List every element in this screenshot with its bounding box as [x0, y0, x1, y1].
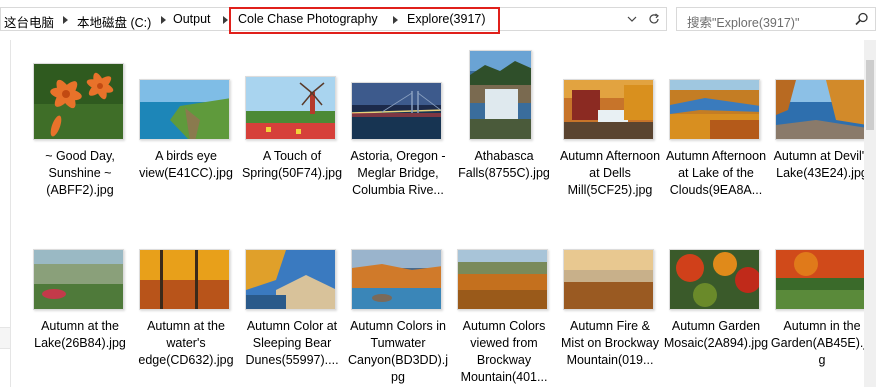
file-name[interactable]: Autumn Afternoon at Dells Mill(5CF25).jp…: [557, 148, 663, 199]
thumbnail-frame: [239, 218, 345, 314]
thumbnail-frame: [557, 48, 663, 144]
breadcrumb-separator-icon[interactable]: [63, 16, 68, 24]
thumbnail-autumn-lake: [33, 249, 124, 310]
thumbnail-frame: [769, 48, 875, 144]
file-view[interactable]: ~ Good Day, Sunshine ~(ABFF2).jpg A bird…: [12, 40, 873, 387]
file-item[interactable]: Autumn Color at Sleeping Bear Dunes(5599…: [239, 218, 345, 369]
thumbnail-autumn-garden: [775, 249, 866, 310]
file-name[interactable]: ~ Good Day, Sunshine ~(ABFF2).jpg: [27, 148, 133, 199]
file-item[interactable]: Autumn at Devil's Lake(43E24).jpg: [769, 48, 875, 182]
file-item[interactable]: ~ Good Day, Sunshine ~(ABFF2).jpg: [27, 48, 133, 199]
file-item[interactable]: Autumn Colors in Tumwater Canyon(BD3DD).…: [345, 218, 451, 386]
toolbar: 这台电脑 本地磁盘 (C:) Output Cole Chase Photogr…: [0, 0, 876, 40]
thumbnail-frame: [345, 48, 451, 144]
file-name[interactable]: Autumn Colors in Tumwater Canyon(BD3DD).…: [345, 318, 451, 386]
thumbnail-frame: [769, 218, 875, 314]
breadcrumb-local-disk[interactable]: 本地磁盘 (C:): [77, 12, 151, 31]
chevron-down-icon[interactable]: [622, 9, 642, 29]
file-item[interactable]: A Touch of Spring(50F74).jpg: [239, 48, 345, 182]
file-name[interactable]: Astoria, Oregon - Meglar Bridge, Columbi…: [345, 148, 451, 199]
thumbnail-frame: [663, 48, 769, 144]
navigation-pane-item[interactable]: [0, 327, 11, 349]
file-item[interactable]: Autumn Afternoon at Dells Mill(5CF25).jp…: [557, 48, 663, 199]
highlight-box: [229, 7, 500, 34]
thumbnail-sleeping-bear: [245, 249, 336, 310]
file-item[interactable]: Autumn at the Lake(26B84).jpg: [27, 218, 133, 352]
thumbnail-coast: [139, 79, 230, 140]
file-item[interactable]: Autumn Afternoon at Lake of the Clouds(9…: [663, 48, 769, 199]
thumbnail-dells-mill: [563, 79, 654, 140]
file-name[interactable]: Autumn Colors viewed from Brockway Mount…: [451, 318, 557, 386]
vertical-scrollbar[interactable]: [864, 40, 876, 387]
address-bar[interactable]: 这台电脑 本地磁盘 (C:) Output Cole Chase Photogr…: [0, 7, 667, 34]
thumbnail-tumwater: [351, 249, 442, 310]
thumbnail-frame: [345, 218, 451, 314]
file-name[interactable]: Autumn at the Lake(26B84).jpg: [27, 318, 133, 352]
breadcrumb-separator-icon[interactable]: [161, 16, 166, 24]
search-input[interactable]: 搜索"Explore(3917)": [687, 12, 799, 31]
file-name[interactable]: A Touch of Spring(50F74).jpg: [239, 148, 345, 182]
file-item[interactable]: Autumn in the Garden(AB45E).jpg: [769, 218, 875, 369]
thumbnail-frame: [133, 48, 239, 144]
thumbnail-bridge: [351, 82, 442, 140]
file-item[interactable]: A birds eye view(E41CC).jpg: [133, 48, 239, 182]
search-icon[interactable]: [855, 12, 869, 26]
file-name[interactable]: Autumn at the water's edge(CD632).jpg: [133, 318, 239, 369]
file-item[interactable]: Autumn at the water's edge(CD632).jpg: [133, 218, 239, 369]
breadcrumb-output[interactable]: Output: [173, 12, 211, 26]
refresh-icon[interactable]: [644, 9, 664, 29]
thumbnail-frame: [27, 218, 133, 314]
thumbnail-lily: [33, 63, 124, 140]
thumbnail-frame: [663, 218, 769, 314]
thumbnail-brockway: [457, 249, 548, 310]
file-name[interactable]: Autumn Afternoon at Lake of the Clouds(9…: [663, 148, 769, 199]
file-name[interactable]: Athabasca Falls(8755C).jpg: [451, 148, 557, 182]
file-name[interactable]: Autumn Garden Mosaic(2A894).jpg: [663, 318, 769, 352]
thumbnail-frame: [239, 48, 345, 144]
search-box[interactable]: 搜索"Explore(3917)": [676, 7, 876, 31]
file-item[interactable]: Athabasca Falls(8755C).jpg: [451, 48, 557, 182]
thumbnail-frame: [27, 48, 133, 144]
file-name[interactable]: Autumn Fire & Mist on Brockway Mountain(…: [557, 318, 663, 369]
file-item[interactable]: Astoria, Oregon - Meglar Bridge, Columbi…: [345, 48, 451, 199]
file-item[interactable]: Autumn Fire & Mist on Brockway Mountain(…: [557, 218, 663, 369]
file-name[interactable]: Autumn in the Garden(AB45E).jpg: [769, 318, 875, 369]
thumbnail-lake-clouds: [669, 79, 760, 140]
thumbnail-garden-mosaic: [669, 249, 760, 310]
thumbnail-frame: [133, 218, 239, 314]
breadcrumb-this-pc[interactable]: 这台电脑: [4, 12, 54, 31]
breadcrumb-separator-icon[interactable]: [223, 16, 228, 24]
thumbnail-falls: [469, 50, 532, 140]
thumbnail-devils-lake: [775, 79, 866, 140]
thumbnail-frame: [557, 218, 663, 314]
thumbnail-windmill: [245, 76, 336, 140]
file-name[interactable]: Autumn Color at Sleeping Bear Dunes(5599…: [239, 318, 345, 369]
scrollbar-thumb[interactable]: [866, 60, 874, 130]
file-name[interactable]: Autumn at Devil's Lake(43E24).jpg: [769, 148, 875, 182]
file-item[interactable]: Autumn Colors viewed from Brockway Mount…: [451, 218, 557, 386]
thumbnail-fire-mist: [563, 249, 654, 310]
file-item[interactable]: Autumn Garden Mosaic(2A894).jpg: [663, 218, 769, 352]
thumbnail-frame: [451, 48, 557, 144]
file-name[interactable]: A birds eye view(E41CC).jpg: [133, 148, 239, 182]
thumbnail-frame: [451, 218, 557, 314]
thumbnail-waters-edge: [139, 249, 230, 310]
